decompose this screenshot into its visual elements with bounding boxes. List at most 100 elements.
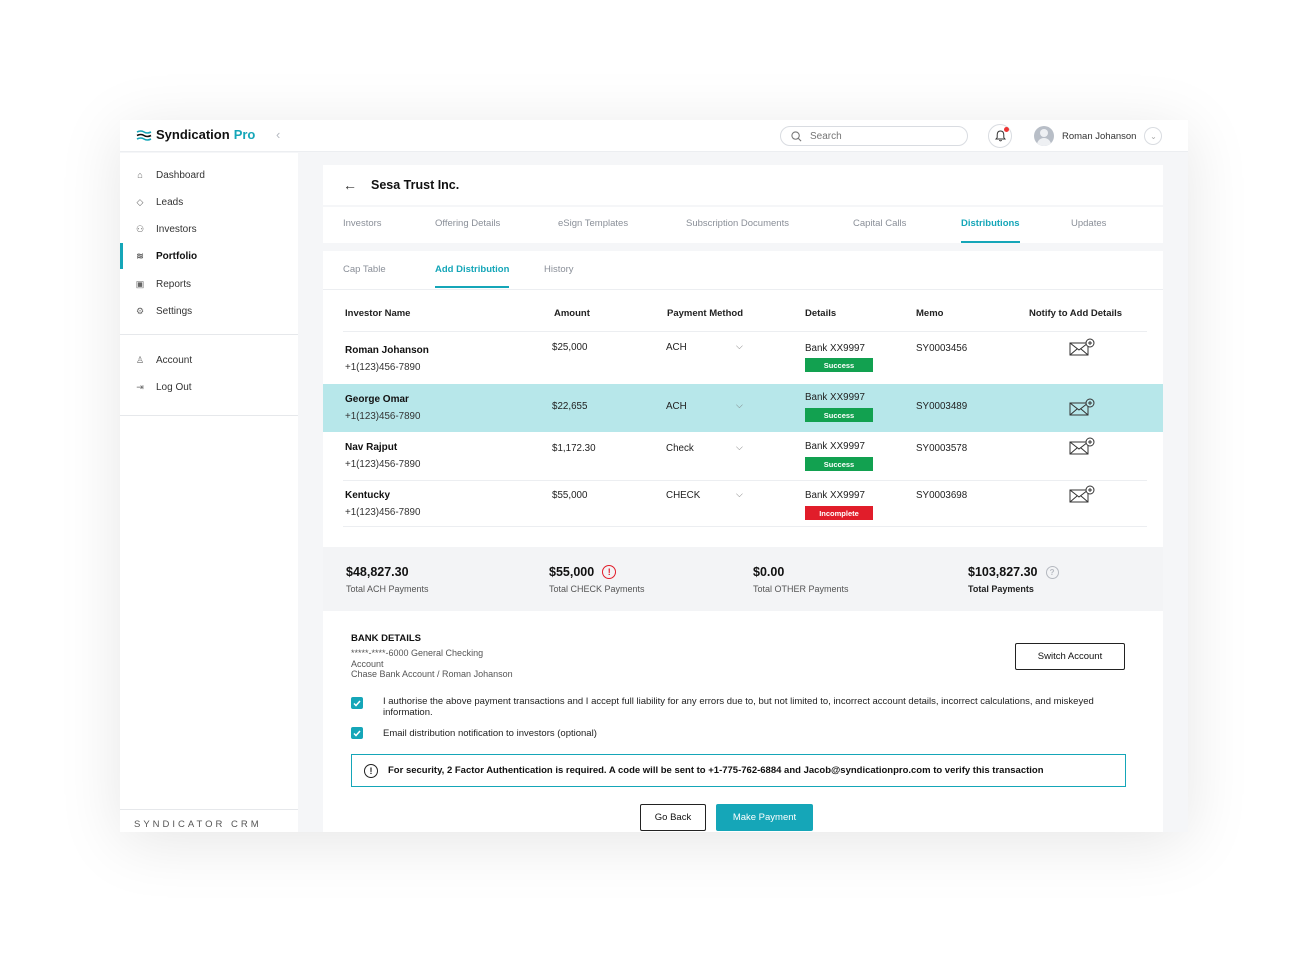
bell-icon bbox=[994, 130, 1006, 142]
investor-phone: +1(123)456-7890 bbox=[345, 411, 421, 422]
sidebar-item-label: Account bbox=[156, 354, 193, 366]
table-row[interactable]: George Omar +1(123)456-7890 $22,655 ACH … bbox=[323, 384, 1163, 432]
tab-updates[interactable]: Updates bbox=[1071, 218, 1106, 229]
user-icon: ♙ bbox=[135, 354, 145, 365]
back-arrow-icon[interactable]: ← bbox=[343, 177, 357, 193]
status-badge: Success bbox=[805, 408, 873, 422]
email-notify-checkbox[interactable] bbox=[351, 727, 363, 739]
tab-esign-templates[interactable]: eSign Templates bbox=[558, 218, 628, 229]
tag-icon: ◇ bbox=[136, 196, 144, 207]
total-payments-label: Total Payments bbox=[968, 584, 1034, 594]
subtab-add-distribution[interactable]: Add Distribution bbox=[435, 264, 510, 288]
brand-accent: Pro bbox=[233, 127, 256, 142]
status-badge: Success bbox=[805, 358, 873, 372]
sidebar-item-investors[interactable]: ⚇ Investors bbox=[120, 218, 298, 240]
payment-method-select[interactable]: CHECK bbox=[666, 490, 700, 501]
sidebar-item-account[interactable]: ♙ Account bbox=[120, 349, 298, 371]
top-bar: SyndicationPro ‹ Roman Johanson ⌄ bbox=[120, 120, 1188, 152]
investor-name: George Omar bbox=[345, 394, 409, 405]
table-row[interactable]: Roman Johanson +1(123)456-7890 $25,000 A… bbox=[323, 332, 1163, 384]
status-badge: Incomplete bbox=[805, 506, 873, 520]
sidebar: ⌂ Dashboard ◇ Leads ⚇ Investors ≋ Portfo… bbox=[120, 153, 298, 832]
tab-capital-calls[interactable]: Capital Calls bbox=[853, 218, 906, 229]
home-icon: ⌂ bbox=[137, 170, 143, 180]
sidebar-item-reports[interactable]: ▣ Reports bbox=[120, 273, 298, 295]
mail-add-icon[interactable] bbox=[1069, 437, 1095, 455]
chevron-down-icon[interactable]: ⌵ bbox=[736, 489, 743, 500]
sidebar-item-label: Investors bbox=[156, 223, 197, 235]
chevron-down-icon[interactable]: ⌵ bbox=[736, 400, 743, 411]
go-back-button[interactable]: Go Back bbox=[640, 804, 706, 831]
make-payment-button[interactable]: Make Payment bbox=[716, 804, 813, 831]
sidebar-item-label: Dashboard bbox=[156, 169, 205, 181]
sidebar-item-dashboard[interactable]: ⌂ Dashboard bbox=[120, 164, 298, 186]
chevron-down-icon[interactable]: ⌵ bbox=[736, 442, 743, 453]
total-other-label: Total OTHER Payments bbox=[753, 584, 849, 594]
help-icon[interactable]: ? bbox=[1045, 565, 1059, 579]
total-check-amount: $55,000 ! bbox=[549, 565, 617, 579]
avatar bbox=[1034, 126, 1054, 146]
investor-phone: +1(123)456-7890 bbox=[345, 507, 421, 518]
tab-distributions[interactable]: Distributions bbox=[961, 218, 1020, 243]
authorise-checkbox[interactable] bbox=[351, 697, 363, 709]
search-icon bbox=[791, 130, 802, 141]
mail-add-icon[interactable] bbox=[1069, 338, 1095, 356]
checkmark-icon bbox=[353, 700, 361, 707]
sidebar-item-portfolio[interactable]: ≋ Portfolio bbox=[120, 243, 298, 269]
total-ach-amount: $48,827.30 bbox=[346, 565, 409, 579]
sidebar-item-label: Portfolio bbox=[156, 250, 198, 262]
authorise-text: I authorise the above payment transactio… bbox=[383, 696, 1094, 718]
sidebar-item-settings[interactable]: ⚙ Settings bbox=[120, 300, 298, 322]
total-other-value: $0.00 bbox=[753, 565, 785, 579]
sidebar-footer-divider bbox=[120, 809, 298, 810]
memo: SY0003456 bbox=[916, 343, 968, 354]
row-divider bbox=[343, 526, 1147, 527]
payment-method-select[interactable]: Check bbox=[666, 443, 694, 454]
search-input[interactable] bbox=[810, 130, 950, 142]
bank-details: Bank XX9997 bbox=[805, 441, 865, 452]
bank-details-title: BANK DETAILS bbox=[351, 633, 422, 644]
memo: SY0003578 bbox=[916, 443, 968, 454]
tab-subscription-documents[interactable]: Subscription Documents bbox=[686, 218, 789, 229]
email-notify-text: Email distribution notification to inves… bbox=[383, 728, 597, 739]
tab-offering-details[interactable]: Offering Details bbox=[435, 218, 500, 229]
switch-account-button[interactable]: Switch Account bbox=[1015, 643, 1125, 670]
notifications-button[interactable] bbox=[988, 124, 1012, 148]
subtab-cap-table[interactable]: Cap Table bbox=[343, 264, 386, 275]
mail-add-icon[interactable] bbox=[1069, 398, 1095, 416]
collapse-sidebar-icon[interactable]: ‹ bbox=[276, 127, 280, 142]
info-icon: ! bbox=[364, 763, 378, 778]
subtab-history[interactable]: History bbox=[544, 264, 574, 275]
payment-method-select[interactable]: ACH bbox=[666, 342, 687, 353]
sidebar-item-logout[interactable]: ⇥ Log Out bbox=[120, 376, 298, 398]
gear-icon: ⚙ bbox=[135, 305, 145, 316]
table-row[interactable]: Nav Rajput +1(123)456-7890 $1,172.30 Che… bbox=[323, 432, 1163, 480]
page-title: Sesa Trust Inc. bbox=[371, 178, 460, 192]
sidebar-item-leads[interactable]: ◇ Leads bbox=[120, 191, 298, 213]
investor-name: Roman Johanson bbox=[345, 345, 429, 356]
amount: $22,655 bbox=[552, 401, 588, 412]
payment-method-select[interactable]: ACH bbox=[666, 401, 687, 412]
bank-details: Bank XX9997 bbox=[805, 490, 865, 501]
warning-icon[interactable]: ! bbox=[602, 565, 617, 579]
user-menu[interactable]: Roman Johanson ⌄ bbox=[1034, 126, 1163, 146]
bank-details: Bank XX9997 bbox=[805, 343, 865, 354]
bank-account-owner: Chase Bank Account / Roman Johanson bbox=[351, 669, 513, 679]
chevron-down-icon[interactable]: ⌵ bbox=[736, 341, 743, 352]
sidebar-item-label: Settings bbox=[156, 305, 193, 317]
page-header: ← Sesa Trust Inc. bbox=[323, 165, 1163, 205]
chevron-down-icon[interactable]: ⌄ bbox=[1144, 127, 1163, 145]
sidebar-item-label: Leads bbox=[156, 196, 184, 208]
table-row[interactable]: Kentucky +1(123)456-7890 $55,000 CHECK ⌵… bbox=[323, 480, 1163, 526]
bank-details: Bank XX9997 bbox=[805, 392, 865, 403]
total-check-value: $55,000 bbox=[549, 565, 595, 579]
tab-investors[interactable]: Investors bbox=[343, 218, 382, 229]
column-header: Amount bbox=[554, 308, 590, 319]
sidebar-item-label: Reports bbox=[156, 278, 192, 290]
mail-add-icon[interactable] bbox=[1069, 485, 1095, 503]
sidebar-item-label: Log Out bbox=[156, 381, 192, 393]
sidebar-divider bbox=[120, 334, 298, 335]
brand-logo[interactable]: Syndication Pro bbox=[136, 127, 255, 142]
search-box[interactable] bbox=[780, 126, 968, 146]
notification-dot bbox=[1004, 127, 1009, 132]
